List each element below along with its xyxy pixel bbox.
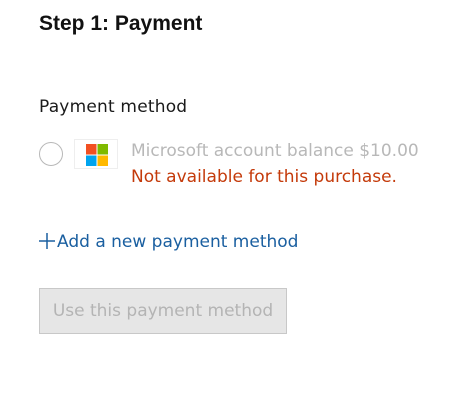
add-payment-method-label: Add a new payment method [57,232,299,252]
add-payment-method-link[interactable]: Add a new payment method [38,232,298,252]
plus-icon [39,232,55,249]
payment-method-label: Payment method [39,97,188,117]
payment-option-radio[interactable] [39,142,63,166]
payment-option-error: Not available for this purchase. [131,167,397,187]
microsoft-logo-icon [86,144,108,166]
payment-option-logo [74,139,118,169]
step-title: Step 1: Payment [39,12,203,35]
payment-option-name: Microsoft account balance $10.00 [131,141,419,161]
use-payment-method-button[interactable]: Use this payment method [39,288,287,334]
payment-option-microsoft-balance: Microsoft account balance $10.00 Not ava… [39,139,439,195]
